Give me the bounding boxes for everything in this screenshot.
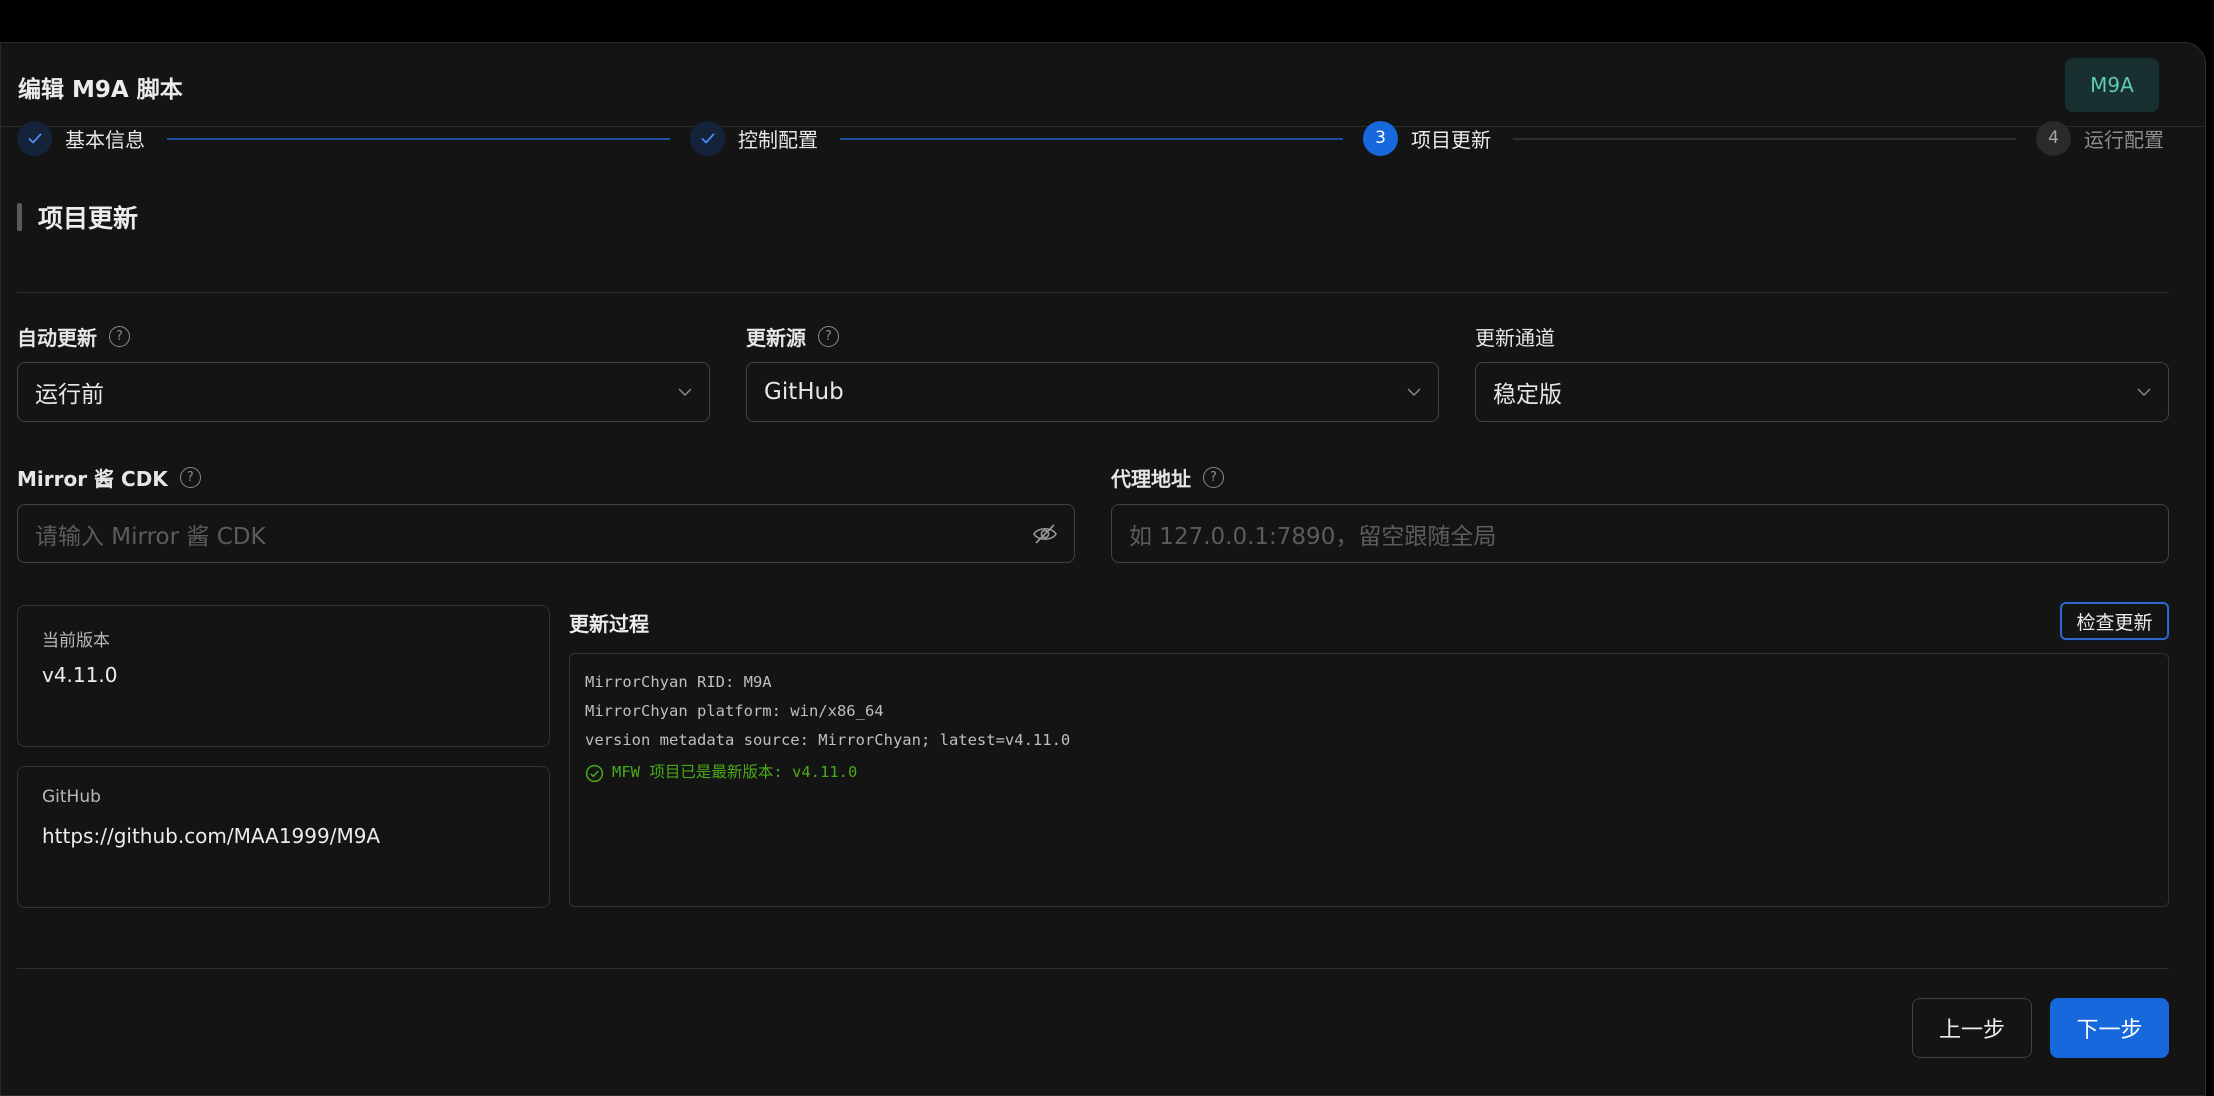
step-connector <box>1513 138 2016 140</box>
mirror-cdk-placeholder: 请输入 Mirror 酱 CDK <box>35 523 266 550</box>
section-divider <box>17 292 2169 293</box>
help-icon[interactable]: ? <box>179 467 201 488</box>
update-source-value: GitHub <box>764 379 844 405</box>
step-run-config[interactable]: 4 运行配置 <box>2036 120 2164 156</box>
update-channel-value: 稳定版 <box>1493 382 1562 408</box>
update-channel-label: 更新通道 <box>1475 322 1555 351</box>
update-log-title: 更新过程 <box>569 612 649 636</box>
prev-step-button[interactable]: 上一步 <box>1912 998 2032 1058</box>
check-icon <box>17 120 52 156</box>
step-number: 3 <box>1363 120 1398 156</box>
step-label: 控制配置 <box>738 127 818 152</box>
edit-script-dialog: 编辑 M9A 脚本 M9A <box>0 42 2206 1096</box>
proxy-placeholder: 如 127.0.0.1:7890，留空跟随全局 <box>1129 523 1497 550</box>
mirror-cdk-label: Mirror 酱 CDK ? <box>17 463 201 492</box>
log-line: MirrorChyan platform: win/x86_64 <box>585 702 884 720</box>
proxy-input[interactable]: 如 127.0.0.1:7890，留空跟随全局 <box>1111 504 2169 563</box>
log-line: MirrorChyan RID: M9A <box>585 673 772 691</box>
auto-update-value: 运行前 <box>35 382 104 408</box>
proxy-label-text: 代理地址 <box>1111 467 1191 491</box>
help-icon[interactable]: ? <box>818 326 839 347</box>
project-badge: M9A <box>2065 58 2159 112</box>
step-label: 运行配置 <box>2084 127 2164 152</box>
update-source-select[interactable]: GitHub <box>746 362 1439 422</box>
check-circle-icon <box>585 764 604 782</box>
current-version-label: 当前版本 <box>42 631 110 651</box>
step-connector <box>840 138 1343 140</box>
step-connector <box>167 138 670 140</box>
update-channel-label-text: 更新通道 <box>1475 326 1555 350</box>
auto-update-label-text: 自动更新 <box>17 326 97 350</box>
step-basic-info[interactable]: 基本信息 <box>17 120 145 156</box>
current-version-value: v4.11.0 <box>42 663 118 687</box>
check-icon <box>690 120 725 156</box>
repo-card: GitHub https://github.com/MAA1999/M9A <box>17 766 550 908</box>
step-label: 基本信息 <box>65 127 145 152</box>
chevron-down-icon <box>1407 388 1421 397</box>
repo-label: GitHub <box>42 787 101 807</box>
chevron-down-icon <box>678 388 692 397</box>
help-icon[interactable]: ? <box>1203 467 1224 488</box>
dialog-header: 编辑 M9A 脚本 M9A <box>1 43 2205 127</box>
current-version-card: 当前版本 v4.11.0 <box>17 605 550 747</box>
dialog-title: 编辑 M9A 脚本 <box>18 77 183 103</box>
update-channel-select[interactable]: 稳定版 <box>1475 362 2169 422</box>
step-number: 4 <box>2036 120 2071 156</box>
update-source-label: 更新源 ? <box>746 322 839 351</box>
log-line: version metadata source: MirrorChyan; la… <box>585 731 1071 749</box>
log-result-text: MFW 项目已是最新版本: v4.11.0 <box>612 763 858 781</box>
auto-update-select[interactable]: 运行前 <box>17 362 710 422</box>
section-bar <box>17 203 22 231</box>
mirror-cdk-input[interactable]: 请输入 Mirror 酱 CDK <box>17 504 1075 563</box>
update-log: MirrorChyan RID: M9A MirrorChyan platfor… <box>569 653 2169 907</box>
help-icon[interactable]: ? <box>109 326 130 347</box>
stepper: 基本信息 控制配置 3 项目更新 4 运行配置 <box>17 120 2169 160</box>
chevron-down-icon <box>2137 388 2151 397</box>
step-control-config[interactable]: 控制配置 <box>690 120 818 156</box>
footer-divider <box>17 968 2169 969</box>
mirror-cdk-label-text: Mirror 酱 CDK <box>17 467 168 491</box>
step-label: 项目更新 <box>1411 127 1491 152</box>
next-step-button[interactable]: 下一步 <box>2050 998 2169 1058</box>
auto-update-label: 自动更新 ? <box>17 322 130 351</box>
check-update-button[interactable]: 检查更新 <box>2060 602 2169 640</box>
log-result: MFW 项目已是最新版本: v4.11.0 <box>585 755 2153 789</box>
section-title: 项目更新 <box>38 204 139 233</box>
step-project-update[interactable]: 3 项目更新 <box>1363 120 1491 156</box>
eye-off-icon[interactable] <box>1032 522 1058 546</box>
proxy-label: 代理地址 ? <box>1111 463 1224 492</box>
repo-url[interactable]: https://github.com/MAA1999/M9A <box>42 824 380 848</box>
update-source-label-text: 更新源 <box>746 326 806 350</box>
section-heading: 项目更新 <box>17 202 139 233</box>
